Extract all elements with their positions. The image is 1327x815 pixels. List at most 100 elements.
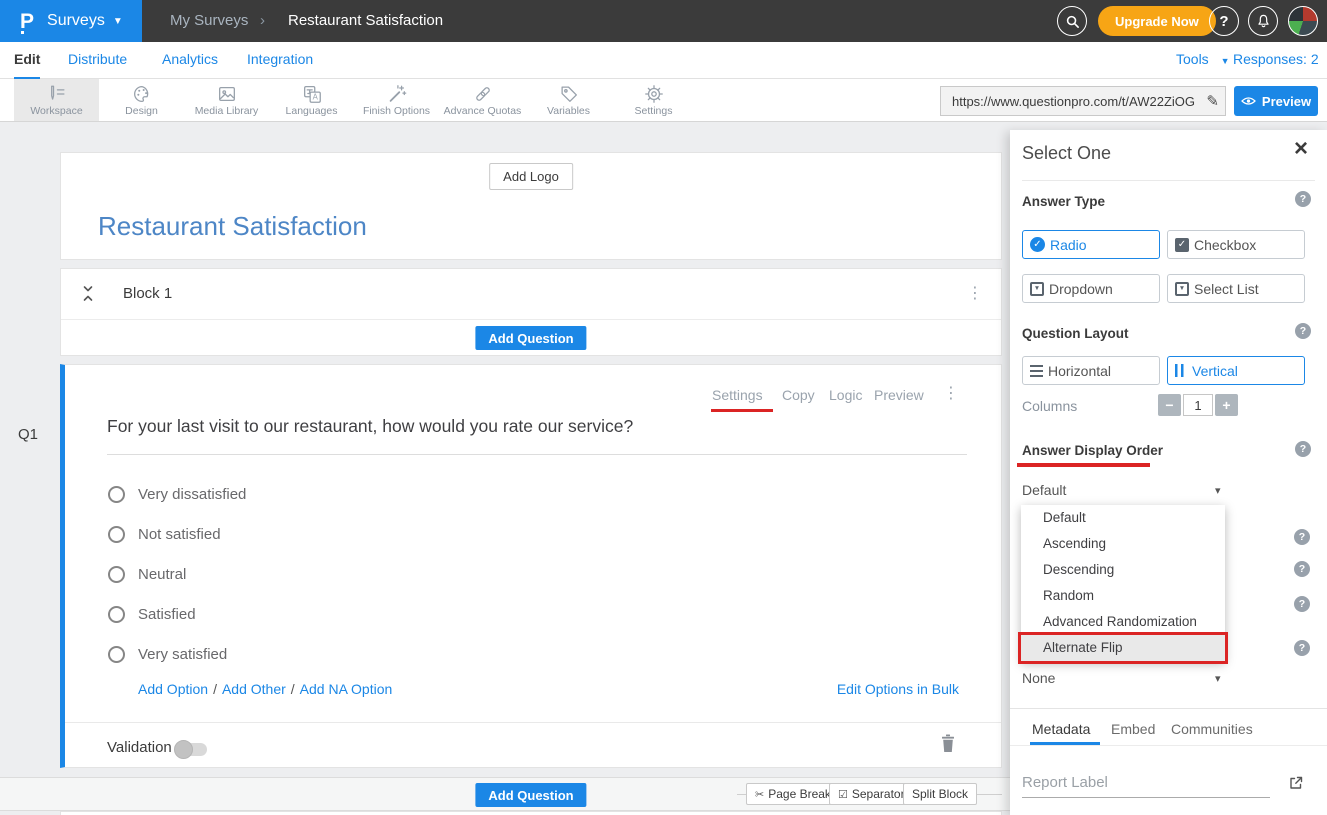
dropdown-icon: ▼ bbox=[1030, 282, 1044, 296]
help-icon[interactable]: ? bbox=[1294, 640, 1310, 656]
add-na-option-link[interactable]: Add NA Option bbox=[300, 681, 393, 697]
layout-horizontal[interactable]: Horizontal bbox=[1022, 356, 1160, 385]
toolbar-item-design[interactable]: Design bbox=[99, 79, 184, 121]
tools-menu[interactable]: Tools ▼ bbox=[1176, 42, 1230, 77]
notifications-button[interactable] bbox=[1248, 6, 1278, 36]
answer-type-label: Answer Type bbox=[1022, 194, 1105, 209]
option-label[interactable]: Not satisfied bbox=[138, 526, 221, 543]
option-label[interactable]: Neutral bbox=[138, 566, 186, 583]
help-icon[interactable]: ? bbox=[1295, 441, 1311, 457]
tab-integration[interactable]: Integration bbox=[247, 42, 313, 77]
question-tab-logic[interactable]: Logic bbox=[829, 387, 862, 403]
columns-stepper: − 1 + bbox=[1158, 394, 1238, 416]
edit-options-in-bulk-link[interactable]: Edit Options in Bulk bbox=[837, 681, 959, 697]
answer-type-select-list[interactable]: ▼ Select List bbox=[1167, 274, 1305, 303]
help-icon[interactable]: ? bbox=[1295, 323, 1311, 339]
help-icon[interactable]: ? bbox=[1295, 191, 1311, 207]
user-avatar[interactable] bbox=[1288, 6, 1318, 36]
page-break-button[interactable]: ✂Page Break bbox=[746, 783, 840, 805]
panel-tab-communities[interactable]: Communities bbox=[1171, 721, 1253, 737]
answer-type-radio[interactable]: ✓ Radio bbox=[1022, 230, 1160, 259]
tab-distribute[interactable]: Distribute bbox=[68, 42, 127, 77]
chevron-down-icon[interactable]: ▾ bbox=[1215, 484, 1221, 497]
columns-increase-button[interactable]: + bbox=[1215, 394, 1238, 416]
help-button[interactable]: ? bbox=[1209, 6, 1239, 36]
collapse-block-icon[interactable] bbox=[82, 285, 94, 307]
help-icon[interactable]: ? bbox=[1294, 596, 1310, 612]
none-select[interactable]: None bbox=[1022, 670, 1055, 686]
help-icon[interactable]: ? bbox=[1294, 529, 1310, 545]
option-label[interactable]: Very satisfied bbox=[138, 646, 227, 663]
layout-vertical[interactable]: Vertical bbox=[1167, 356, 1305, 385]
search-button[interactable] bbox=[1057, 6, 1087, 36]
tab-edit[interactable]: Edit bbox=[14, 42, 40, 79]
block-menu-kebab-icon[interactable]: ⋮ bbox=[967, 283, 983, 303]
toolbar-item-media-library[interactable]: Media Library bbox=[184, 79, 269, 121]
panel-title: Select One bbox=[1022, 143, 1111, 164]
validation-toggle[interactable] bbox=[177, 743, 207, 756]
survey-title[interactable]: Restaurant Satisfaction bbox=[98, 211, 367, 242]
question-text-underline bbox=[107, 454, 967, 455]
preview-button[interactable]: Preview bbox=[1234, 86, 1318, 116]
menu-item-descending[interactable]: Descending bbox=[1021, 557, 1225, 583]
question-tab-preview[interactable]: Preview bbox=[874, 387, 924, 403]
panel-tab-metadata[interactable]: Metadata bbox=[1032, 721, 1090, 737]
radio-button-icon[interactable] bbox=[108, 566, 125, 583]
radio-button-icon[interactable] bbox=[108, 646, 125, 663]
edit-url-pencil-icon[interactable]: ✎ bbox=[1206, 92, 1219, 110]
edit-toolbar: Workspace Design Media Library A Languag… bbox=[0, 79, 1327, 122]
radio-button-icon[interactable] bbox=[108, 606, 125, 623]
delete-question-trash-icon[interactable] bbox=[940, 734, 956, 758]
add-question-button-top[interactable]: Add Question bbox=[475, 326, 586, 350]
help-icon[interactable]: ? bbox=[1294, 561, 1310, 577]
product-switcher[interactable]: P Surveys ▼ bbox=[0, 0, 142, 42]
toolbar-item-languages[interactable]: A Languages bbox=[269, 79, 354, 121]
add-question-button-bottom[interactable]: Add Question bbox=[475, 783, 586, 807]
breadcrumb-parent[interactable]: My Surveys bbox=[170, 0, 248, 42]
separator-button[interactable]: ☑Separator bbox=[829, 783, 914, 805]
bell-icon bbox=[1256, 13, 1271, 29]
tab-analytics[interactable]: Analytics bbox=[162, 42, 218, 77]
question-text[interactable]: For your last visit to our restaurant, h… bbox=[107, 416, 987, 437]
workspace-icon bbox=[46, 83, 68, 105]
responses-count[interactable]: Responses: 2 bbox=[1233, 42, 1319, 77]
display-order-select[interactable]: Default bbox=[1022, 482, 1066, 498]
close-icon[interactable]: × bbox=[1294, 135, 1308, 163]
toolbar-item-variables[interactable]: Variables bbox=[526, 79, 611, 121]
chevron-down-icon: ▼ bbox=[113, 16, 123, 27]
add-other-link[interactable]: Add Other bbox=[222, 681, 286, 697]
menu-item-advanced-randomization[interactable]: Advanced Randomization bbox=[1021, 609, 1225, 635]
menu-item-alternate-flip[interactable]: Alternate Flip bbox=[1021, 635, 1225, 661]
report-label-input[interactable] bbox=[1022, 770, 1270, 798]
answer-type-dropdown[interactable]: ▼ Dropdown bbox=[1022, 274, 1160, 303]
external-link-icon[interactable] bbox=[1288, 775, 1304, 796]
toolbar-item-finish-options[interactable]: Finish Options bbox=[354, 79, 439, 121]
display-order-dropdown-menu: Default Ascending Descending Random Adva… bbox=[1021, 505, 1225, 661]
menu-item-random[interactable]: Random bbox=[1021, 583, 1225, 609]
toolbar-item-workspace[interactable]: Workspace bbox=[14, 79, 99, 121]
menu-item-default[interactable]: Default bbox=[1021, 505, 1225, 531]
chevron-down-icon[interactable]: ▾ bbox=[1215, 672, 1221, 685]
menu-item-ascending[interactable]: Ascending bbox=[1021, 531, 1225, 557]
add-logo-button[interactable]: Add Logo bbox=[489, 163, 573, 190]
answer-type-checkbox[interactable]: ✓ Checkbox bbox=[1167, 230, 1305, 259]
radio-button-icon[interactable] bbox=[108, 526, 125, 543]
select-list-icon: ▼ bbox=[1175, 282, 1189, 296]
validation-label: Validation bbox=[107, 739, 172, 756]
panel-tab-embed[interactable]: Embed bbox=[1111, 721, 1155, 737]
option-label[interactable]: Very dissatisfied bbox=[138, 486, 246, 503]
question-tab-copy[interactable]: Copy bbox=[782, 387, 815, 403]
survey-url-input[interactable] bbox=[950, 93, 1206, 110]
split-block-button[interactable]: Split Block bbox=[903, 783, 977, 805]
columns-value[interactable]: 1 bbox=[1183, 394, 1213, 416]
toolbar-item-settings[interactable]: Settings bbox=[611, 79, 696, 121]
radio-button-icon[interactable] bbox=[108, 486, 125, 503]
columns-decrease-button[interactable]: − bbox=[1158, 394, 1181, 416]
upgrade-now-button[interactable]: Upgrade Now bbox=[1098, 6, 1216, 36]
add-option-link[interactable]: Add Option bbox=[138, 681, 208, 697]
toolbar-item-advance-quotas[interactable]: Advance Quotas bbox=[440, 79, 525, 121]
question-tab-settings[interactable]: Settings bbox=[712, 387, 763, 403]
question-menu-kebab-icon[interactable]: ⋮ bbox=[943, 383, 959, 403]
option-label[interactable]: Satisfied bbox=[138, 606, 196, 623]
block-name[interactable]: Block 1 bbox=[123, 285, 172, 302]
